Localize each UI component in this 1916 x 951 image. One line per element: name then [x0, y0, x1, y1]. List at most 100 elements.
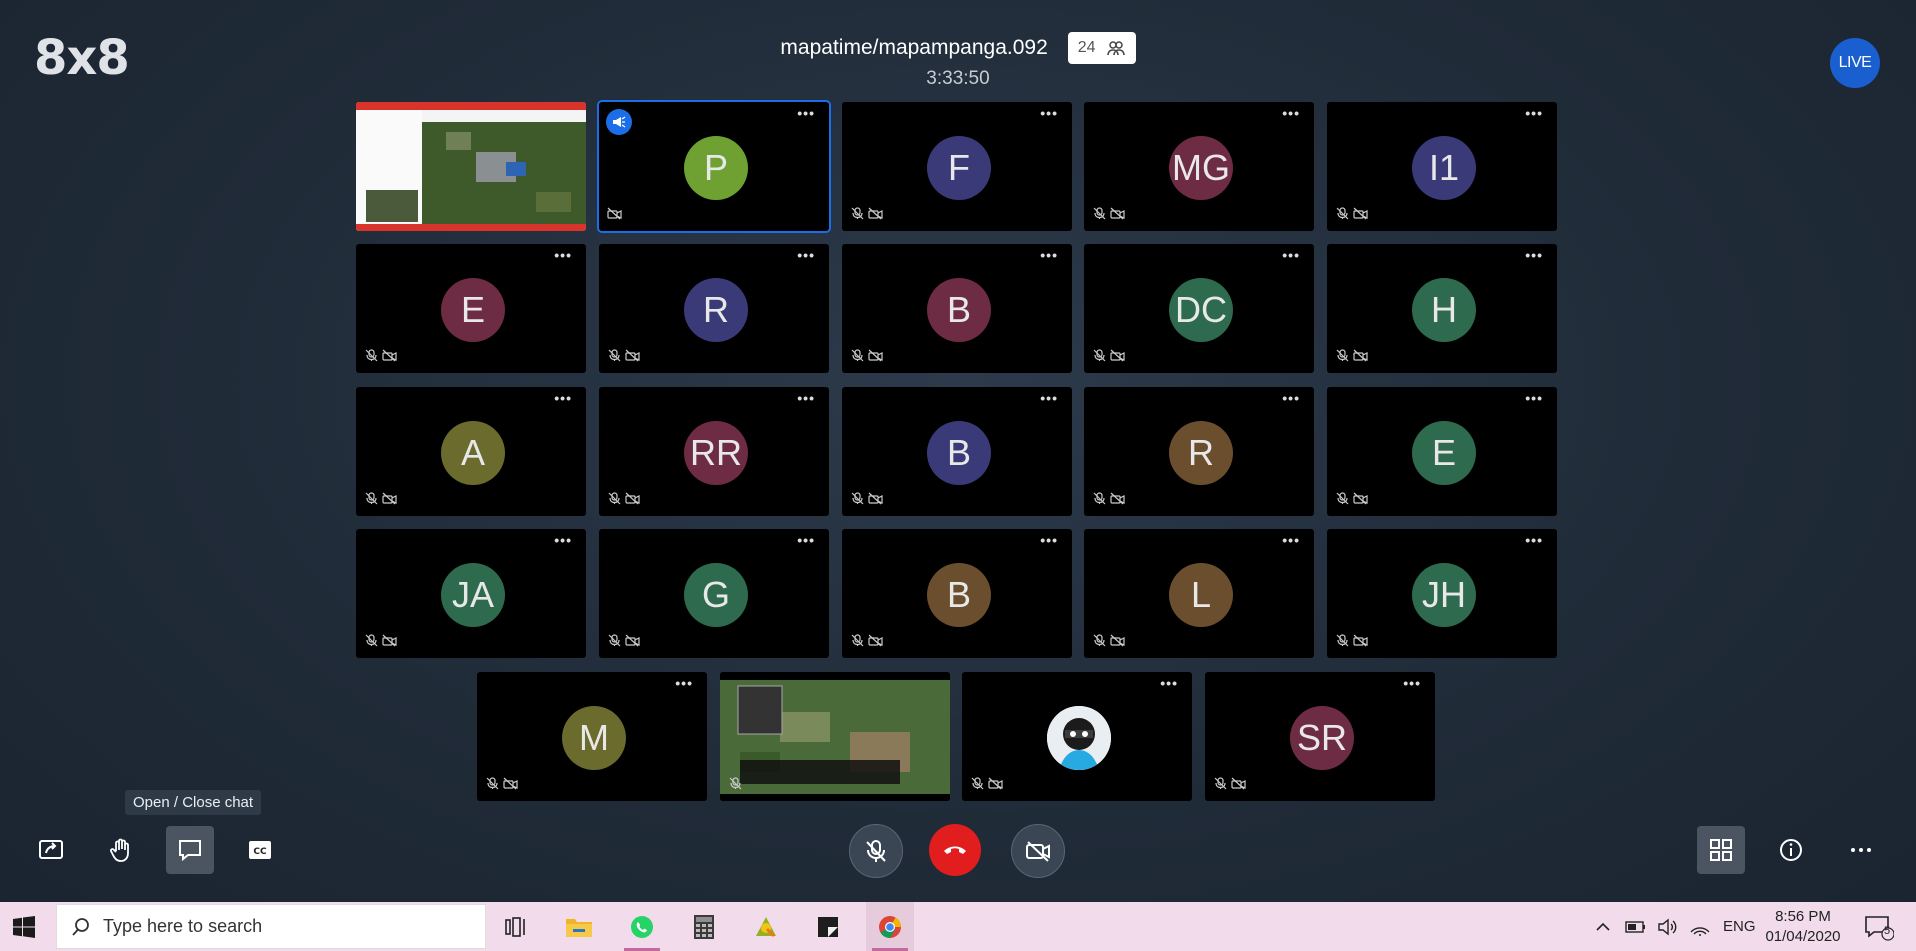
- chevron-up-icon[interactable]: [1595, 921, 1611, 933]
- action-center-button[interactable]: 5: [1864, 914, 1895, 947]
- camera-off-icon: [382, 634, 397, 652]
- participant-tile[interactable]: MG •••: [1084, 102, 1314, 231]
- mic-muted-icon: [728, 777, 743, 795]
- sticky-notes-app[interactable]: [804, 902, 852, 951]
- share-screen-button[interactable]: [27, 826, 75, 874]
- participant-tile[interactable]: E •••: [1327, 387, 1557, 516]
- participant-tile[interactable]: JH •••: [1327, 529, 1557, 658]
- wifi-icon[interactable]: [1689, 918, 1711, 936]
- camera-off-icon: [1110, 349, 1125, 367]
- tile-menu-icon[interactable]: •••: [797, 248, 815, 262]
- tile-menu-icon[interactable]: •••: [1403, 676, 1421, 690]
- mic-muted-icon: [1092, 492, 1107, 510]
- tile-menu-icon[interactable]: •••: [797, 533, 815, 547]
- participant-tile[interactable]: F •••: [842, 102, 1072, 231]
- participant-avatar: R: [1169, 421, 1233, 485]
- clock-time: 8:56 PM: [1775, 908, 1831, 925]
- participant-tile[interactable]: B •••: [842, 387, 1072, 516]
- chrome-app[interactable]: [866, 902, 914, 951]
- tile-menu-icon[interactable]: •••: [1040, 391, 1058, 405]
- participant-tile[interactable]: DC •••: [1084, 244, 1314, 373]
- more-options-button[interactable]: [1837, 826, 1885, 874]
- search-icon: [72, 917, 89, 936]
- calculator-app[interactable]: [680, 902, 728, 951]
- tile-menu-icon[interactable]: •••: [554, 391, 572, 405]
- participant-tile[interactable]: P •••: [599, 102, 829, 231]
- taskbar-clock[interactable]: 8:56 PM 01/04/2020: [1760, 907, 1846, 947]
- mic-muted-icon: [1335, 492, 1350, 510]
- tile-menu-icon[interactable]: •••: [1525, 391, 1543, 405]
- tile-menu-icon[interactable]: •••: [1525, 248, 1543, 262]
- participant-tile[interactable]: JA •••: [356, 529, 586, 658]
- participant-tile[interactable]: RR •••: [599, 387, 829, 516]
- live-button[interactable]: LIVE: [1830, 38, 1880, 88]
- mic-muted-icon: [850, 492, 865, 510]
- tile-menu-icon[interactable]: •••: [1040, 106, 1058, 120]
- participant-tile[interactable]: H •••: [1327, 244, 1557, 373]
- qgis-app[interactable]: [742, 902, 790, 951]
- task-view-button[interactable]: [492, 902, 540, 951]
- tile-menu-icon[interactable]: •••: [797, 106, 815, 120]
- participant-tile[interactable]: L •••: [1084, 529, 1314, 658]
- participant-tile[interactable]: SR •••: [1205, 672, 1435, 801]
- camera-off-icon: [503, 777, 518, 795]
- participant-tile[interactable]: B •••: [842, 244, 1072, 373]
- calculator-icon: [694, 914, 714, 939]
- tile-status-icons: [1335, 349, 1368, 367]
- captions-button[interactable]: CC: [236, 826, 284, 874]
- participant-count-badge[interactable]: 24: [1067, 32, 1136, 64]
- tile-menu-icon[interactable]: •••: [1282, 533, 1300, 547]
- tile-menu-icon[interactable]: •••: [1525, 533, 1543, 547]
- taskbar-search[interactable]: Type here to search: [56, 904, 486, 949]
- mute-mic-button[interactable]: [849, 824, 903, 878]
- participants-icon: [1106, 41, 1125, 56]
- tile-menu-icon[interactable]: •••: [1160, 676, 1178, 690]
- participant-tile[interactable]: R •••: [599, 244, 829, 373]
- start-button[interactable]: [12, 915, 36, 944]
- participant-tile[interactable]: [356, 102, 586, 231]
- participant-avatar: RR: [684, 421, 748, 485]
- raise-hand-button[interactable]: [97, 826, 145, 874]
- tile-menu-icon[interactable]: •••: [675, 676, 693, 690]
- tile-menu-icon[interactable]: •••: [1040, 248, 1058, 262]
- raise-hand-icon: [110, 838, 129, 862]
- tile-menu-icon[interactable]: •••: [1282, 106, 1300, 120]
- participant-avatar: SR: [1290, 706, 1354, 770]
- mic-muted-icon: [1335, 634, 1350, 652]
- tile-menu-icon[interactable]: •••: [554, 248, 572, 262]
- participant-tile[interactable]: A •••: [356, 387, 586, 516]
- tile-status-icons: [1335, 492, 1368, 510]
- whatsapp-app[interactable]: [618, 902, 666, 951]
- tile-status-icons: [607, 349, 640, 367]
- tile-status-icons: [1092, 634, 1125, 652]
- info-button[interactable]: [1767, 826, 1815, 874]
- participant-tile[interactable]: [720, 672, 950, 801]
- tile-view-button[interactable]: [1697, 826, 1745, 874]
- participant-tile[interactable]: I1 •••: [1327, 102, 1557, 231]
- meeting-timer: 3:33:50: [926, 68, 990, 89]
- camera-off-icon: [625, 349, 640, 367]
- camera-toggle-button[interactable]: [1011, 824, 1065, 878]
- hang-up-button[interactable]: [929, 824, 981, 876]
- file-explorer-app[interactable]: [555, 902, 603, 951]
- participant-tile[interactable]: M •••: [477, 672, 707, 801]
- participant-avatar: I1: [1412, 136, 1476, 200]
- battery-icon[interactable]: [1625, 920, 1647, 934]
- tile-menu-icon[interactable]: •••: [1040, 533, 1058, 547]
- tile-menu-icon[interactable]: •••: [1525, 106, 1543, 120]
- participant-tile[interactable]: •••: [962, 672, 1192, 801]
- language-indicator[interactable]: ENG: [1723, 918, 1756, 935]
- tile-menu-icon[interactable]: •••: [797, 391, 815, 405]
- participant-tile[interactable]: B •••: [842, 529, 1072, 658]
- more-icon: [1851, 848, 1871, 852]
- participant-avatar: B: [927, 278, 991, 342]
- mic-muted-icon: [1335, 349, 1350, 367]
- tile-menu-icon[interactable]: •••: [554, 533, 572, 547]
- participant-tile[interactable]: E •••: [356, 244, 586, 373]
- tile-menu-icon[interactable]: •••: [1282, 391, 1300, 405]
- participant-tile[interactable]: G •••: [599, 529, 829, 658]
- participant-tile[interactable]: R •••: [1084, 387, 1314, 516]
- chat-button[interactable]: [166, 826, 214, 874]
- tile-menu-icon[interactable]: •••: [1282, 248, 1300, 262]
- volume-icon[interactable]: [1657, 918, 1679, 936]
